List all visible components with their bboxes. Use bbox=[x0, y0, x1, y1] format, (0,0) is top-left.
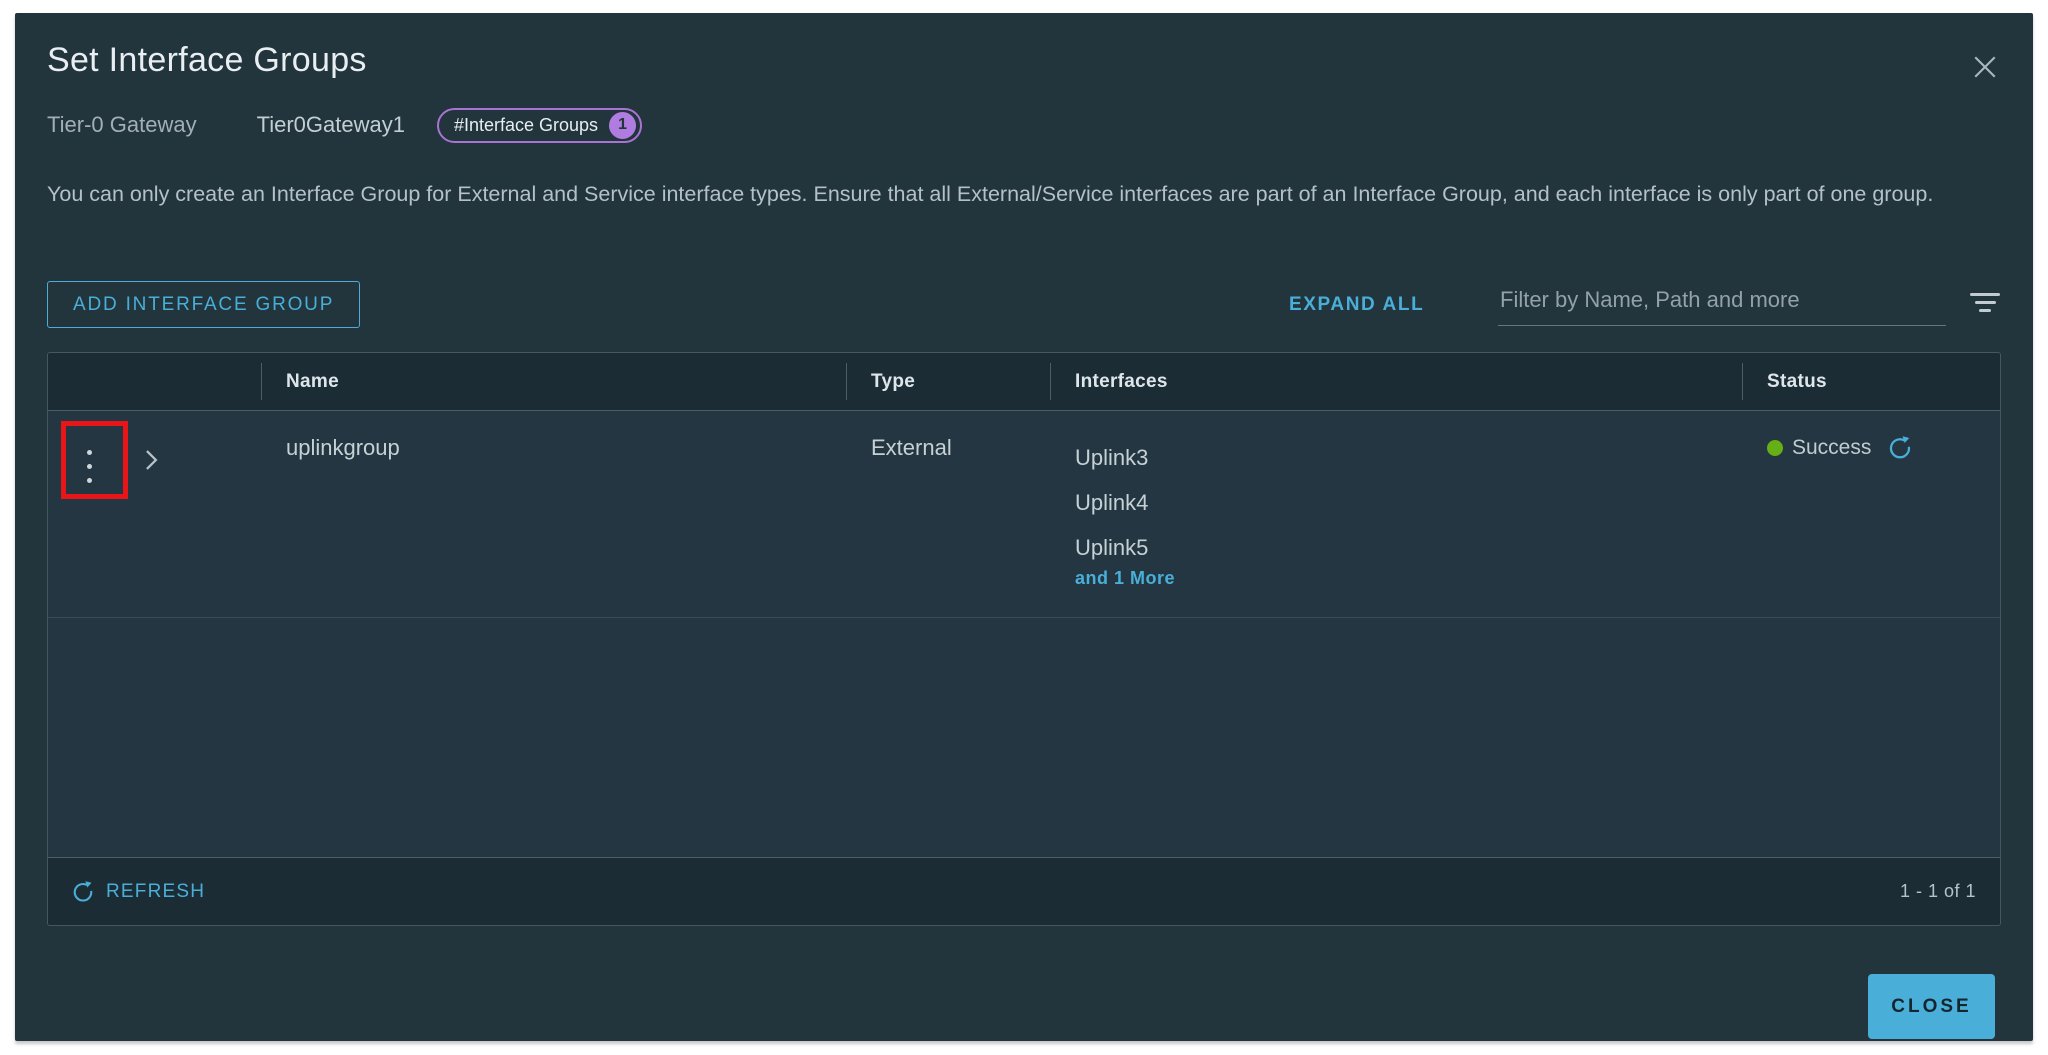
badge-count: 1 bbox=[609, 112, 636, 139]
header-status: Status bbox=[1742, 353, 2000, 410]
close-button[interactable]: CLOSE bbox=[1868, 974, 1995, 1039]
badge-label: #Interface Groups bbox=[454, 115, 598, 136]
row-name-cell: uplinkgroup bbox=[261, 435, 846, 589]
row-interfaces-cell: Uplink3 Uplink4 Uplink5 and 1 More bbox=[1050, 435, 1742, 589]
close-icon[interactable] bbox=[1967, 49, 2003, 85]
pagination-text: 1 - 1 of 1 bbox=[1900, 881, 1976, 902]
page-background: Set Interface Groups Tier-0 Gateway Tier… bbox=[0, 0, 2048, 1055]
filter-input[interactable] bbox=[1498, 281, 1946, 326]
interface-item: Uplink5 bbox=[1075, 525, 1742, 570]
expand-row-chevron-icon[interactable] bbox=[138, 447, 164, 473]
interface-item: Uplink4 bbox=[1075, 480, 1742, 525]
filter-icon[interactable] bbox=[1970, 293, 2000, 312]
header-name: Name bbox=[261, 353, 846, 410]
table-empty-area bbox=[48, 618, 2000, 857]
success-status-dot bbox=[1767, 440, 1783, 456]
status-refresh-icon[interactable] bbox=[1888, 436, 1912, 460]
set-interface-groups-dialog: Set Interface Groups Tier-0 Gateway Tier… bbox=[15, 13, 2033, 1041]
interface-groups-table: Name Type Interfaces Status uplinkgroup … bbox=[47, 352, 2001, 926]
gateway-type-label: Tier-0 Gateway bbox=[47, 112, 197, 138]
row-actions-cell bbox=[48, 435, 261, 589]
kebab-menu-icon[interactable] bbox=[77, 443, 101, 489]
refresh-label: REFRESH bbox=[106, 881, 205, 903]
refresh-icon bbox=[72, 881, 94, 903]
interface-groups-badge: #Interface Groups 1 bbox=[437, 108, 642, 143]
dialog-subtitle: Tier-0 Gateway Tier0Gateway1 #Interface … bbox=[47, 105, 642, 145]
table-footer: REFRESH 1 - 1 of 1 bbox=[48, 857, 2000, 925]
refresh-button[interactable]: REFRESH bbox=[72, 881, 205, 903]
interface-item: Uplink3 bbox=[1075, 435, 1742, 480]
header-type: Type bbox=[846, 353, 1050, 410]
and-more-link[interactable]: and 1 More bbox=[1075, 568, 1742, 589]
dialog-title: Set Interface Groups bbox=[47, 41, 367, 80]
expand-all-link[interactable]: EXPAND ALL bbox=[1289, 294, 1424, 316]
status-text: Success bbox=[1792, 436, 1871, 460]
header-interfaces: Interfaces bbox=[1050, 353, 1742, 410]
row-type-cell: External bbox=[846, 435, 1050, 589]
filter-field bbox=[1498, 281, 2000, 331]
gateway-name: Tier0Gateway1 bbox=[257, 112, 405, 138]
header-actions-column bbox=[48, 353, 261, 410]
table-row: uplinkgroup External Uplink3 Uplink4 Upl… bbox=[48, 411, 2000, 618]
table-header-row: Name Type Interfaces Status bbox=[48, 353, 2000, 411]
row-status-cell: Success bbox=[1742, 435, 2000, 589]
dialog-description: You can only create an Interface Group f… bbox=[47, 171, 1997, 217]
add-interface-group-button[interactable]: ADD INTERFACE GROUP bbox=[47, 281, 360, 328]
